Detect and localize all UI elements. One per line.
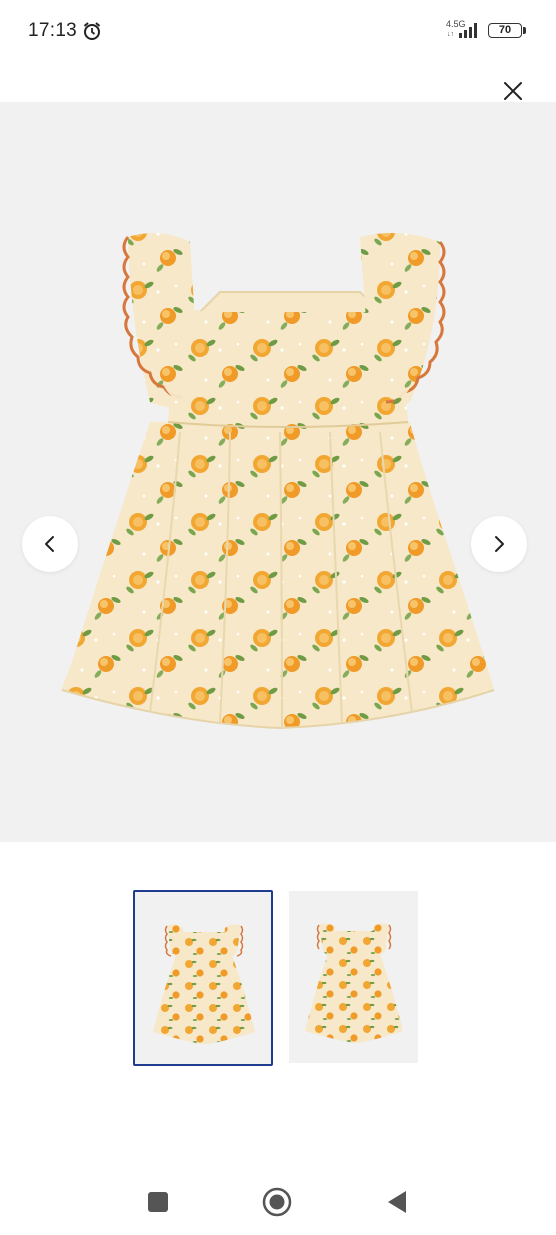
prev-image-button[interactable] [22,516,78,572]
dress-illustration [61,233,495,730]
status-bar: 17:13 4.5G ↓↑ 70 [0,0,556,62]
thumbnail-dress-back-image [305,923,403,1043]
next-image-button[interactable] [471,516,527,572]
thumbnail-1-selected[interactable] [133,890,273,1066]
network-arrows: ↓↑ [447,31,454,38]
system-nav-bar [0,1165,556,1235]
battery-cap [523,27,526,34]
status-time: 17:13 [28,20,78,41]
chevron-right-icon [495,536,504,552]
thumbnail-2[interactable] [289,891,418,1063]
thumbnail-dress-image [153,924,255,1044]
signal-icon [459,23,477,38]
battery-level: 70 [498,24,512,36]
chevron-left-icon [45,536,54,552]
recents-square-icon[interactable] [147,1191,169,1213]
back-triangle-icon[interactable] [386,1190,408,1214]
product-image-main[interactable] [0,102,556,842]
home-circle-icon[interactable] [262,1187,292,1217]
alarm-icon [83,22,101,40]
